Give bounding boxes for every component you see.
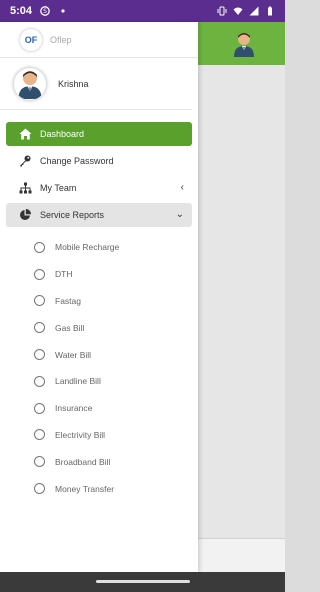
status-bar: 5:04 S bbox=[0, 0, 285, 22]
submenu-item-insurance[interactable]: Insurance bbox=[34, 395, 192, 422]
menu-item-label: My Team bbox=[40, 183, 77, 193]
navigation-drawer: OF Oflep Krishna Dashboard Change Passwo… bbox=[0, 22, 198, 572]
wifi-icon bbox=[233, 7, 243, 15]
submenu-item-label: Mobile Recharge bbox=[55, 242, 120, 253]
submenu-item-label: Money Transfer bbox=[55, 483, 115, 494]
home-gesture-handle[interactable] bbox=[96, 580, 190, 583]
submenu-item-label: Broadband Bill bbox=[55, 456, 111, 467]
vibrate-icon bbox=[217, 6, 227, 16]
submenu-item-dth[interactable]: DTH bbox=[34, 261, 192, 288]
submenu-item-label: Fastag bbox=[55, 295, 81, 306]
toolbar-avatar-icon[interactable] bbox=[232, 31, 256, 57]
submenu-item-label: Gas Bill bbox=[55, 322, 85, 333]
radio-circle-icon bbox=[34, 456, 45, 468]
submenu-item-label: DTH bbox=[55, 269, 73, 280]
menu-item-dashboard[interactable]: Dashboard bbox=[6, 122, 192, 146]
battery-icon bbox=[268, 6, 272, 16]
submenu-item-label: Electrivity Bill bbox=[55, 429, 106, 440]
drawer-menu: Dashboard Change Password My Team ‹ Serv… bbox=[0, 110, 198, 502]
radio-circle-icon bbox=[34, 295, 45, 307]
home-icon bbox=[18, 127, 32, 141]
submenu-item-fastag[interactable]: Fastag bbox=[34, 288, 192, 315]
submenu-item-label: Insurance bbox=[55, 403, 93, 414]
radio-circle-icon bbox=[34, 268, 45, 280]
submenu-item-broadband-bill[interactable]: Broadband Bill bbox=[34, 448, 192, 475]
pie-chart-icon bbox=[18, 208, 32, 222]
submenu-item-label: Landline Bill bbox=[55, 376, 101, 387]
chevron-left-icon: ‹ bbox=[180, 182, 184, 193]
radio-circle-icon bbox=[34, 349, 45, 361]
service-reports-submenu: Mobile Recharge DTH Fastag Gas Bill Wate… bbox=[6, 230, 192, 502]
submenu-item-mobile-recharge[interactable]: Mobile Recharge bbox=[34, 234, 192, 261]
menu-item-label: Change Password bbox=[40, 156, 114, 166]
menu-item-label: Service Reports bbox=[40, 210, 105, 220]
submenu-item-label: Water Bill bbox=[55, 349, 92, 360]
signal-icon bbox=[249, 6, 259, 16]
skype-icon: S bbox=[40, 6, 50, 16]
svg-text:S: S bbox=[43, 8, 47, 15]
radio-circle-icon bbox=[34, 322, 45, 334]
key-icon bbox=[18, 154, 32, 168]
profile-section[interactable]: Krishna bbox=[0, 58, 192, 110]
system-navigation-bar bbox=[0, 572, 285, 592]
submenu-item-landline-bill[interactable]: Landline Bill bbox=[34, 368, 192, 395]
radio-circle-icon bbox=[34, 483, 45, 495]
hierarchy-icon bbox=[18, 181, 32, 195]
radio-circle-icon bbox=[34, 375, 45, 387]
dot-icon bbox=[61, 9, 65, 13]
app-logo-icon: OF bbox=[20, 28, 42, 51]
submenu-item-money-transfer[interactable]: Money Transfer bbox=[34, 475, 192, 502]
radio-circle-icon bbox=[34, 241, 45, 253]
app-bottom-area bbox=[198, 538, 285, 572]
avatar bbox=[14, 67, 46, 100]
menu-item-service-reports[interactable]: Service Reports ⌄ bbox=[6, 203, 192, 227]
menu-item-my-team[interactable]: My Team ‹ bbox=[6, 176, 192, 200]
status-time: 5:04 bbox=[10, 5, 33, 17]
radio-circle-icon bbox=[34, 402, 45, 414]
submenu-item-water-bill[interactable]: Water Bill bbox=[34, 341, 192, 368]
menu-item-change-password[interactable]: Change Password bbox=[6, 149, 192, 173]
drawer-logo-row: OF Oflep bbox=[0, 22, 198, 58]
app-logo-text: Oflep bbox=[50, 34, 72, 45]
radio-circle-icon bbox=[34, 429, 45, 441]
submenu-item-gas-bill[interactable]: Gas Bill bbox=[34, 314, 192, 341]
user-avatar-icon bbox=[18, 70, 42, 99]
menu-item-label: Dashboard bbox=[40, 129, 85, 139]
submenu-item-electricity-bill[interactable]: Electrivity Bill bbox=[34, 422, 192, 449]
profile-name: Krishna bbox=[58, 78, 89, 89]
chevron-down-icon: ⌄ bbox=[175, 209, 184, 220]
